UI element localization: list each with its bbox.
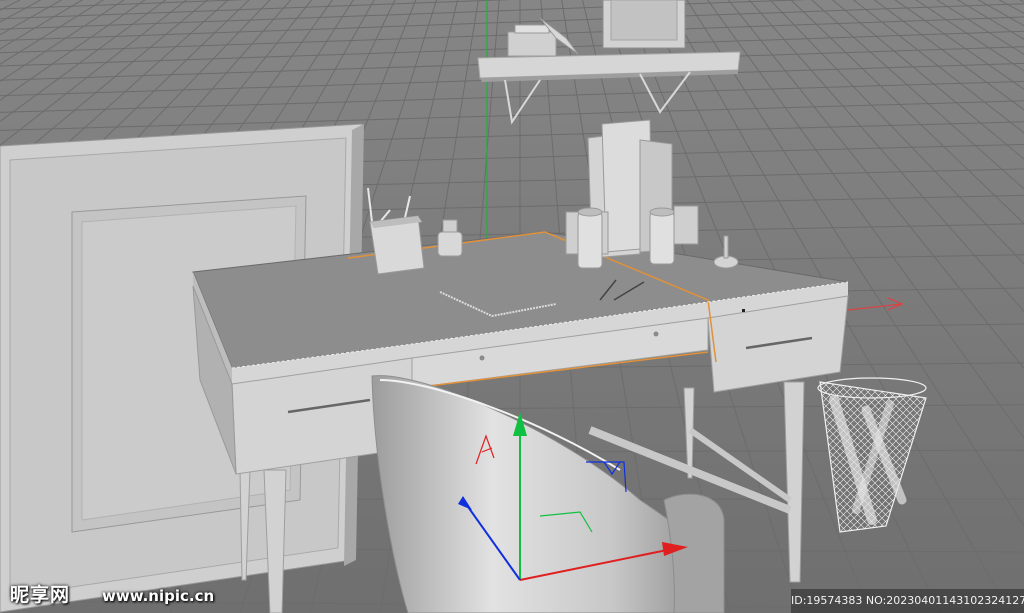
watermark-logo: 昵享网 [10, 584, 71, 606]
3d-viewport[interactable] [0, 0, 1024, 613]
watermark-site: www.nipic.cn [102, 587, 215, 605]
watermark-id: ID:19574383 NO:20230401143102324127 [791, 589, 1024, 613]
